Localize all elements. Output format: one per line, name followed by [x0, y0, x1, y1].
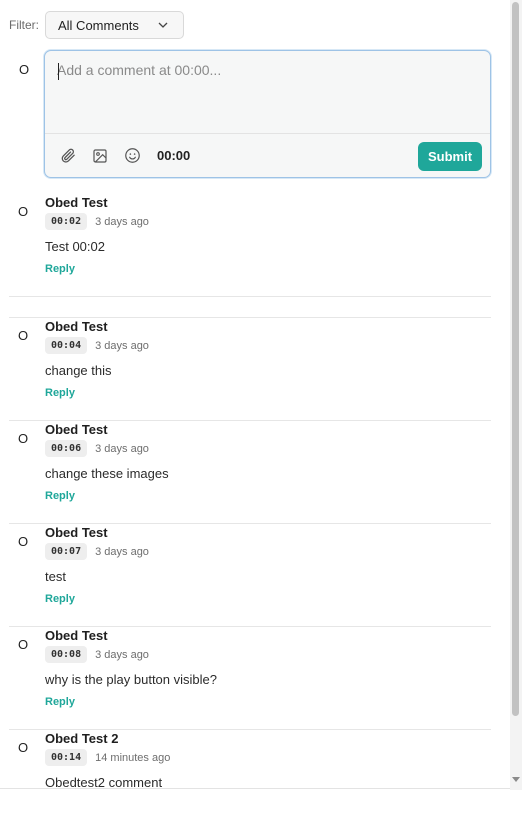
paperclip-icon[interactable] — [59, 147, 77, 165]
comment-meta: 00:06 3 days ago — [45, 440, 149, 457]
comment-age: 3 days ago — [95, 545, 149, 558]
comment-author: Obed Test 2 — [45, 731, 119, 746]
comment-composer: 00:00 Submit — [44, 50, 491, 178]
comment-item: O Obed Test 2 00:14 14 minutes ago Obedt… — [9, 731, 491, 788]
avatar: O — [18, 204, 29, 219]
divider — [9, 626, 491, 627]
filter-label: Filter: — [9, 18, 39, 32]
comment-author: Obed Test — [45, 525, 108, 540]
avatar: O — [18, 740, 29, 755]
comment-text: change this — [45, 363, 112, 378]
comment-meta: 00:04 3 days ago — [45, 337, 149, 354]
comment-meta: 00:07 3 days ago — [45, 543, 149, 560]
comment-text: Test 00:02 — [45, 239, 105, 254]
reply-link[interactable]: Reply — [45, 490, 75, 502]
reply-link[interactable]: Reply — [45, 696, 75, 708]
comment-input[interactable] — [45, 51, 490, 133]
comment-item: O Obed Test 00:07 3 days ago test Reply — [9, 525, 491, 605]
comment-age: 3 days ago — [95, 215, 149, 228]
comment-timestamp-chip[interactable]: 00:08 — [45, 646, 88, 663]
comment-meta: 00:02 3 days ago — [45, 213, 149, 230]
divider — [9, 729, 491, 730]
reply-link[interactable]: Reply — [45, 263, 75, 275]
filter-selected-value: All Comments — [58, 17, 139, 33]
scroll-down-arrow-icon[interactable] — [511, 774, 521, 784]
comment-age: 3 days ago — [95, 442, 149, 455]
reply-link[interactable]: Reply — [45, 387, 75, 399]
comment-author: Obed Test — [45, 628, 108, 643]
emoji-icon[interactable] — [123, 147, 141, 165]
avatar: O — [18, 62, 30, 77]
comment-age: 14 minutes ago — [95, 751, 171, 764]
comment-timestamp-chip[interactable]: 00:06 — [45, 440, 88, 457]
text-caret — [58, 63, 59, 80]
comment-timestamp-chip[interactable]: 00:14 — [45, 749, 88, 766]
image-icon[interactable] — [91, 147, 109, 165]
comment-author: Obed Test — [45, 195, 108, 210]
comment-text: Obedtest2 comment — [45, 775, 163, 788]
composer-toolbar: 00:00 Submit — [45, 133, 490, 177]
comment-author: Obed Test — [45, 319, 108, 334]
scrollbar[interactable] — [510, 0, 522, 790]
comment-text: why is the play button visible? — [45, 672, 217, 687]
divider — [9, 420, 491, 421]
filter-bar: Filter: All Comments — [9, 11, 184, 39]
comment-text: change these images — [45, 466, 169, 481]
comment-item: O Obed Test 00:04 3 days ago change this… — [9, 319, 491, 399]
comment-author: Obed Test — [45, 422, 108, 437]
comment-timestamp-chip[interactable]: 00:04 — [45, 337, 88, 354]
comment-age: 3 days ago — [95, 339, 149, 352]
scrollbar-thumb[interactable] — [512, 2, 519, 716]
chevron-down-icon — [158, 22, 168, 28]
divider — [9, 523, 491, 524]
filter-dropdown[interactable]: All Comments — [45, 11, 184, 39]
reply-link[interactable]: Reply — [45, 593, 75, 605]
comment-text: test — [45, 569, 66, 584]
panel-bottom-border — [0, 788, 510, 789]
composer-timestamp: 00:00 — [157, 148, 191, 163]
comment-item: O Obed Test 00:08 3 days ago why is the … — [9, 628, 491, 708]
avatar: O — [18, 534, 29, 549]
divider — [9, 296, 491, 297]
comment-meta: 00:08 3 days ago — [45, 646, 149, 663]
divider — [9, 317, 491, 318]
submit-button[interactable]: Submit — [418, 142, 482, 171]
comment-age: 3 days ago — [95, 648, 149, 661]
avatar: O — [18, 431, 29, 446]
avatar: O — [18, 637, 29, 652]
comment-timestamp-chip[interactable]: 00:02 — [45, 213, 88, 230]
comment-meta: 00:14 14 minutes ago — [45, 749, 170, 766]
comment-timestamp-chip[interactable]: 00:07 — [45, 543, 88, 560]
comment-item: O Obed Test 00:06 3 days ago change thes… — [9, 422, 491, 502]
comment-item: O Obed Test 00:02 3 days ago Test 00:02 … — [9, 195, 491, 275]
avatar: O — [18, 328, 29, 343]
